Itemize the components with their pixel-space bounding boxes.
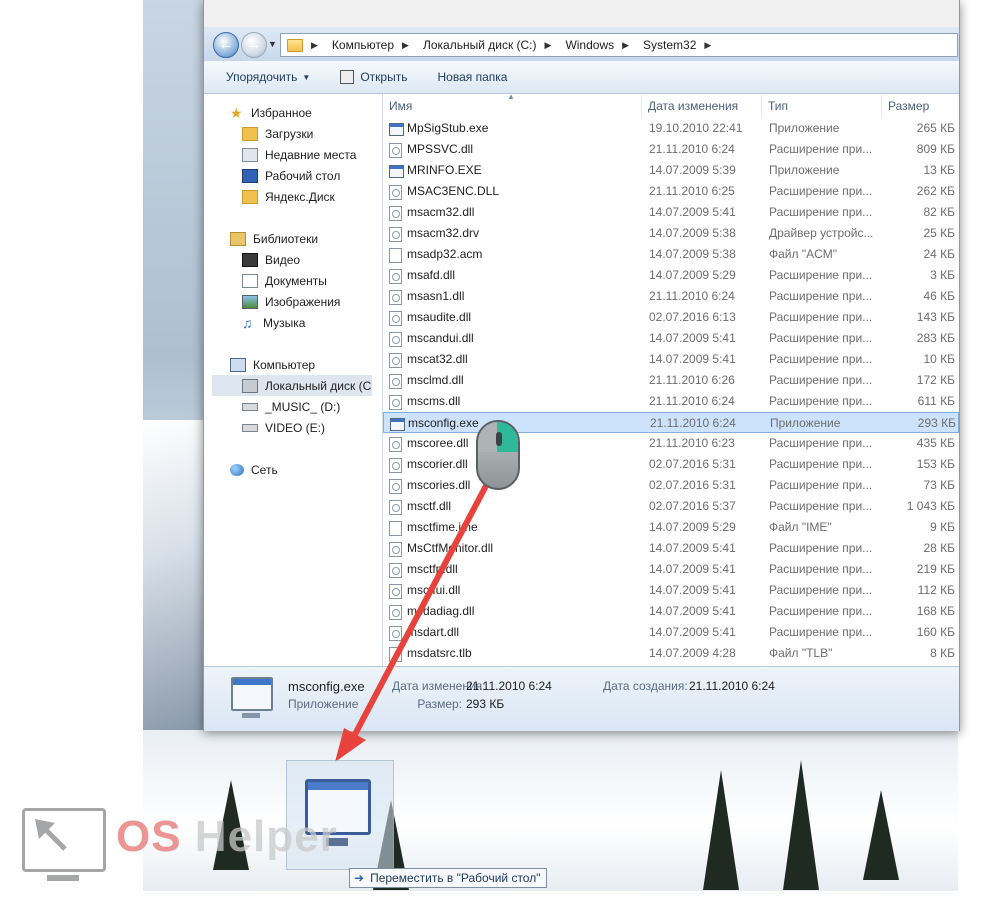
move-arrow-icon: ➜ — [354, 871, 365, 885]
drag-tooltip-text: Переместить в "Рабочий стол" — [370, 871, 541, 885]
watermark-os: OS — [116, 812, 182, 861]
cursor-arrow-icon — [35, 819, 67, 851]
drag-move-tooltip: ➜ Переместить в "Рабочий стол" — [349, 868, 548, 888]
watermark-text: OS Helper — [116, 812, 338, 862]
watermark-logo-icon — [22, 808, 106, 881]
watermark-helper: Helper — [181, 812, 338, 861]
mouse-right-click-icon — [476, 420, 520, 490]
mouse-wheel — [496, 432, 502, 446]
